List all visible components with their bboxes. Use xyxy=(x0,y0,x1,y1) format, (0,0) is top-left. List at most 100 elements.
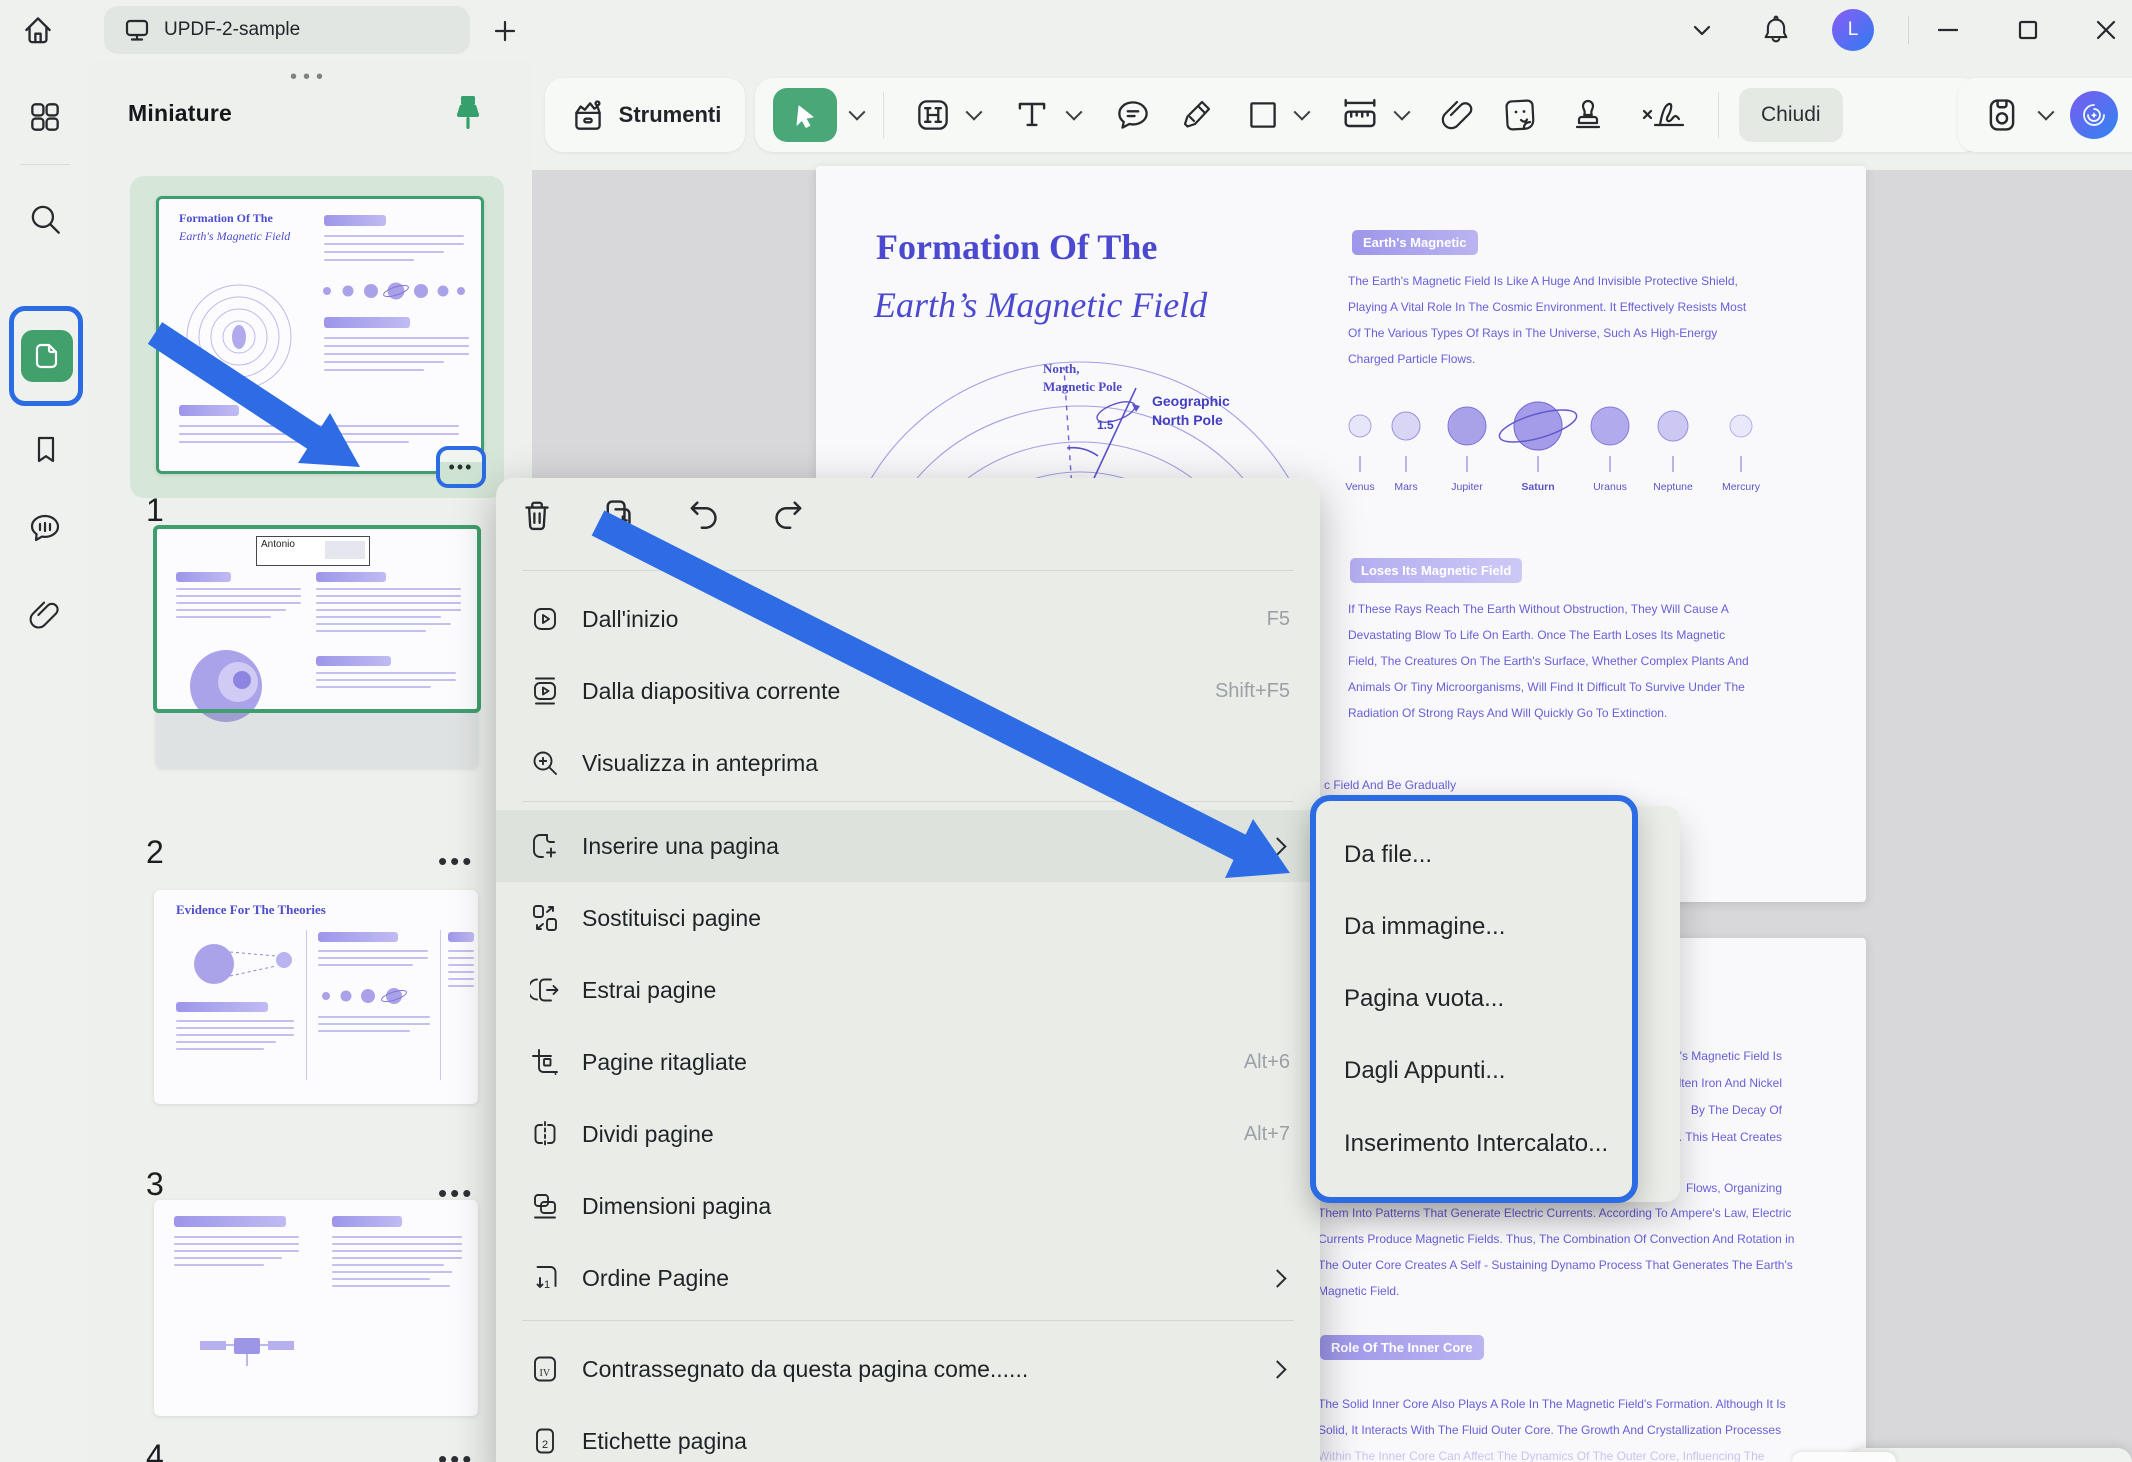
thumb2-lines1 xyxy=(176,588,301,623)
menu-item-dalla-diapositiva[interactable]: Dalla diapositiva correnteShift+F5 xyxy=(496,655,1320,727)
doc-paragraph-1: The Earth's Magnetic Field Is Like A Hug… xyxy=(1348,268,1746,372)
comment-tool-button[interactable] xyxy=(1104,94,1162,136)
planet-label-mars: Mars xyxy=(1394,481,1417,493)
sidebar-item-comments[interactable] xyxy=(25,508,65,553)
thumb3-divider1 xyxy=(306,930,307,1080)
replace-pages-icon xyxy=(530,903,560,933)
maximize-button[interactable] xyxy=(2008,12,2048,48)
trash-icon xyxy=(518,496,556,536)
shape-tool-chevron[interactable] xyxy=(1294,104,1311,121)
pin-icon xyxy=(448,92,488,138)
minimize-button[interactable] xyxy=(1928,12,1968,48)
measure-tool-icon xyxy=(1338,93,1382,137)
menu-item-dallinizio[interactable]: Dall'inizioF5 xyxy=(496,583,1320,655)
thumb2-more-button[interactable]: ••• xyxy=(438,856,474,866)
thumbnail-2[interactable]: Antonio xyxy=(156,528,478,768)
submenu-item-dagli-appunti[interactable]: Dagli Appunti... xyxy=(1344,1057,1505,1085)
shape-tool-button[interactable] xyxy=(1236,96,1290,134)
menu-divider xyxy=(522,570,1294,571)
thumb3-lines1 xyxy=(176,1020,294,1055)
ai-assistant-button[interactable] xyxy=(2070,91,2118,139)
header-tool-chevron[interactable] xyxy=(966,104,983,121)
signature-tool-button[interactable] xyxy=(1630,93,1698,137)
sidebar-item-search[interactable] xyxy=(26,200,64,243)
thumb1-diagram xyxy=(169,259,309,409)
menu-item-contrassegnato[interactable]: IV Contrassegnato da questa pagina come.… xyxy=(496,1333,1320,1405)
menu-item-dimensioni[interactable]: Dimensioni pagina xyxy=(496,1170,1320,1242)
select-tool-button[interactable] xyxy=(773,88,837,142)
strumenti-button[interactable]: Strumenti xyxy=(545,78,745,152)
thumb1-more-button[interactable]: ••• xyxy=(436,446,486,488)
close-window-button[interactable] xyxy=(2086,12,2126,48)
thumb3-badge1 xyxy=(176,1002,268,1012)
notifications-button[interactable] xyxy=(1756,12,1796,48)
search-icon xyxy=(26,200,64,238)
thumb3-more-button[interactable]: ••• xyxy=(438,1188,474,1198)
chiudi-button[interactable]: Chiudi xyxy=(1739,88,1843,142)
miniature-panel: ••• Miniature Formation Of The Earth's M… xyxy=(90,60,532,1462)
pin-button[interactable] xyxy=(448,92,488,143)
submenu-item-pagina-vuota[interactable]: Pagina vuota... xyxy=(1344,985,1504,1013)
redo-button[interactable] xyxy=(768,496,808,548)
delete-page-button[interactable] xyxy=(518,496,556,548)
measure-tool-chevron[interactable] xyxy=(1394,104,1411,121)
sidebar-item-bookmarks[interactable] xyxy=(28,432,64,473)
thumb4-lines2 xyxy=(332,1236,462,1292)
sidebar-item-pages[interactable] xyxy=(21,330,73,382)
thumbnail-4[interactable] xyxy=(154,1200,478,1416)
mark-page-icon: IV xyxy=(530,1354,560,1384)
menu-item-etichette[interactable]: 2 Etichette pagina xyxy=(496,1405,1320,1462)
tool-strip: Chiudi xyxy=(755,78,1981,152)
play-current-icon xyxy=(530,676,560,706)
thumbnail-1[interactable]: Formation Of The Earth's Magnetic Field xyxy=(156,196,484,474)
tools-box-icon xyxy=(569,96,607,134)
thumb2-note-fill xyxy=(325,541,365,559)
duplicate-page-button[interactable] xyxy=(600,496,640,548)
menu-item-ritagliate[interactable]: Pagine ritagliateAlt+6 xyxy=(496,1026,1320,1098)
pen-tool-button[interactable] xyxy=(1168,95,1224,135)
doc-badge-earths-magnetic: Earth's Magnetic xyxy=(1352,230,1478,255)
document-tab[interactable]: UPDF-2-sample xyxy=(104,6,470,54)
submenu-item-inserimento-intercalato[interactable]: Inserimento Intercalato... xyxy=(1344,1130,1608,1158)
avatar[interactable]: L xyxy=(1832,9,1874,51)
measure-tool-button[interactable] xyxy=(1330,93,1390,137)
doc-badge-inner-core: Role Of The Inner Core xyxy=(1320,1335,1484,1360)
attachment-tool-button[interactable] xyxy=(1430,95,1486,135)
doc-title-line2: Earth’s Magnetic Field xyxy=(874,284,1207,326)
menu-item-ordine[interactable]: 1 Ordine Pagine xyxy=(496,1242,1320,1314)
menu-item-inserire-pagina[interactable]: Inserire una pagina xyxy=(496,810,1320,882)
text-tool-button[interactable] xyxy=(1002,93,1062,137)
sidebar-item-attachments[interactable] xyxy=(26,596,64,639)
new-tab-button[interactable] xyxy=(488,14,522,48)
stamp-tool-button[interactable] xyxy=(1560,95,1616,135)
home-button[interactable] xyxy=(14,8,62,52)
titlebar-chevron-button[interactable] xyxy=(1682,12,1722,48)
thumb3-page-number: 3 xyxy=(146,1166,164,1203)
thumb3-title: Evidence For The Theories xyxy=(176,902,326,918)
undo-button[interactable] xyxy=(684,496,724,548)
text-tool-chevron[interactable] xyxy=(1066,104,1083,121)
sticker-tool-button[interactable] xyxy=(1492,95,1548,135)
text-tool-icon xyxy=(1010,93,1054,137)
menu-item-sostituisci[interactable]: Sostituisci pagine xyxy=(496,882,1320,954)
menu-divider xyxy=(522,1320,1294,1321)
save-button[interactable] xyxy=(1974,95,2030,135)
menu-item-dividi[interactable]: Dividi pagineAlt+7 xyxy=(496,1098,1320,1170)
diagram-label-geographic: GeographicNorth Pole xyxy=(1152,392,1230,430)
floating-bar-pill[interactable] xyxy=(1792,1452,1896,1462)
thumbnail-3[interactable]: Evidence For The Theories xyxy=(154,890,478,1104)
menu-item-anteprima[interactable]: Visualizza in anteprima xyxy=(496,727,1320,799)
submenu-item-da-file[interactable]: Da file... xyxy=(1344,841,1432,869)
thumb2-outside-viewport xyxy=(156,710,478,768)
thumb4-more-button[interactable]: ••• xyxy=(438,1454,474,1462)
submenu-item-da-immagine[interactable]: Da immagine... xyxy=(1344,913,1505,941)
sidebar-item-grid[interactable] xyxy=(26,98,64,141)
header-tool-button[interactable] xyxy=(904,94,962,136)
panel-drag-handle[interactable]: ••• xyxy=(290,66,329,89)
save-chevron[interactable] xyxy=(2038,104,2055,121)
menu-item-estrai[interactable]: Estrai pagine xyxy=(496,954,1320,1026)
insert-page-submenu: Da file... Da immagine... Pagina vuota..… xyxy=(1310,795,1638,1203)
thumb1-lines xyxy=(324,235,464,267)
thumb1-title-line2: Earth's Magnetic Field xyxy=(179,229,290,244)
select-tool-chevron[interactable] xyxy=(849,104,866,121)
